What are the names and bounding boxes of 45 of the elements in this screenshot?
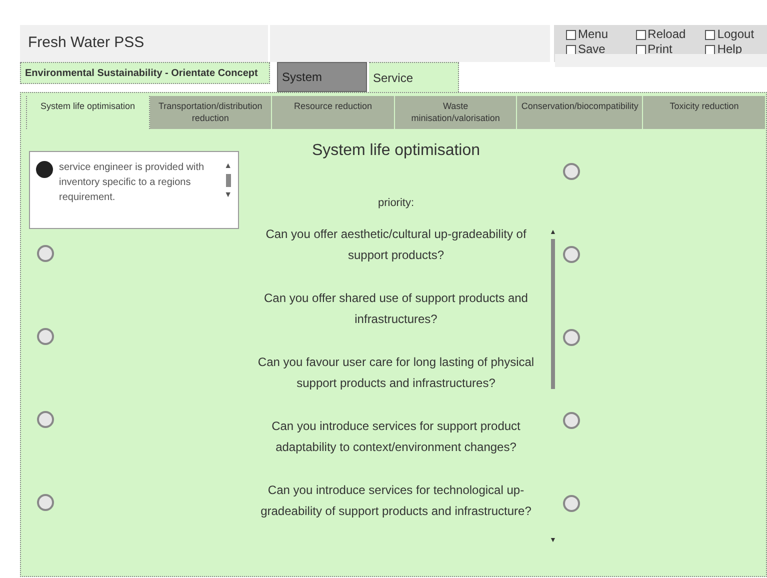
strategy-tab[interactable]: System life optimisation bbox=[26, 96, 150, 129]
radio-button[interactable] bbox=[563, 495, 580, 512]
question-text: Can you introduce services for technological up-gradeability of support products and infrastructure? bbox=[260, 482, 532, 520]
radio-button[interactable] bbox=[563, 329, 580, 346]
strategy-tab[interactable]: Waste minisation/valorisation bbox=[394, 96, 518, 129]
menu-option[interactable]: Save bbox=[578, 42, 606, 57]
scroll-up-arrow[interactable]: ▲ bbox=[224, 160, 232, 172]
scroll-down-arrow[interactable]: ▼ bbox=[224, 189, 232, 201]
menu-option[interactable]: Menu bbox=[578, 27, 608, 42]
radio-button[interactable] bbox=[563, 246, 580, 263]
checkbox[interactable] bbox=[566, 30, 576, 40]
radio-button[interactable] bbox=[37, 411, 54, 428]
checkbox[interactable] bbox=[636, 44, 646, 54]
strategy-tab[interactable]: Conservation/biocompatibility bbox=[517, 96, 644, 129]
question-text: Can you favour user care for long lasting of physical support products and infrastructures? bbox=[256, 354, 536, 392]
checkbox[interactable] bbox=[566, 44, 576, 54]
section-label: Environmental Sustainability - Orientate Concept bbox=[20, 62, 270, 84]
scrollbar-thumb[interactable] bbox=[226, 174, 231, 187]
mode-tab[interactable]: Service bbox=[369, 62, 459, 92]
strategy-tab[interactable]: Toxicity reduction bbox=[643, 96, 766, 129]
mode-tab[interactable]: System bbox=[277, 62, 367, 92]
question-text: Can you introduce services for support product adaptability to context/environment changes? bbox=[270, 418, 522, 456]
menu-option[interactable]: Reload bbox=[648, 27, 686, 42]
radio-button[interactable] bbox=[36, 161, 53, 178]
answer-box[interactable]: service engineer is provided with inventory specific to a regions requirement. ▲ ▼ bbox=[29, 151, 239, 229]
scrollbar-thumb[interactable] bbox=[551, 239, 555, 389]
radio-button[interactable] bbox=[37, 494, 54, 511]
question-text: Can you offer aesthetic/cultural up-gradeability of support products? bbox=[264, 226, 528, 264]
radio-button[interactable] bbox=[563, 412, 580, 429]
radio-button[interactable] bbox=[37, 328, 54, 345]
radio-button[interactable] bbox=[37, 245, 54, 262]
priority-label: priority: bbox=[378, 196, 414, 211]
menu-option[interactable]: Logout bbox=[717, 27, 754, 42]
checkbox[interactable] bbox=[705, 44, 716, 54]
menu-option[interactable]: Help bbox=[717, 42, 742, 57]
menu-option[interactable]: Print bbox=[648, 42, 672, 57]
checkbox[interactable] bbox=[636, 30, 646, 40]
checkbox[interactable] bbox=[705, 30, 716, 40]
app-title: Fresh Water PSS bbox=[20, 25, 268, 62]
answer-text: service engineer is provided with inventory specific to a regions requirement. bbox=[59, 161, 206, 205]
strategy-tab[interactable]: Transportation/distribution reduction bbox=[150, 96, 272, 129]
radio-button[interactable] bbox=[563, 163, 580, 180]
question-text: Can you offer shared use of support products and infrastructures? bbox=[263, 290, 529, 328]
section-heading: System life optimisation bbox=[312, 141, 480, 161]
strategy-tab[interactable]: Resource reduction bbox=[272, 96, 395, 129]
